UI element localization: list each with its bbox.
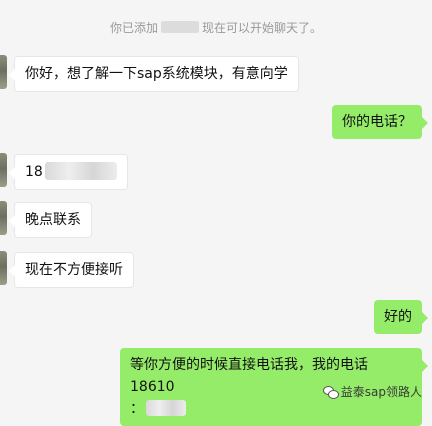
message-text: 你的电话？ <box>342 114 412 130</box>
contact-avatar[interactable] <box>0 251 7 285</box>
message-bubble-incoming[interactable]: 18 <box>9 154 128 190</box>
contact-avatar[interactable] <box>0 201 7 235</box>
message-bubble-outgoing[interactable]: 你的电话？ <box>332 105 428 139</box>
message-text-line-2: ： <box>130 398 412 420</box>
message-text: 晚点联系 <box>25 212 81 228</box>
system-message-prefix: 你已添加 <box>109 21 158 35</box>
system-message: 你已添加 现在可以开始聊天了。 <box>0 19 432 36</box>
message-bubble-incoming[interactable]: 晚点联系 <box>9 202 92 238</box>
message-text: 好的 <box>384 309 412 325</box>
message-text: 18 <box>25 164 43 180</box>
wechat-channel-icon <box>322 385 339 399</box>
message-text: 你好，想了解一下sap系统模块，有意向学 <box>25 66 288 82</box>
redacted-phone-number <box>44 162 117 180</box>
message-bubble-outgoing[interactable]: 好的 <box>374 300 428 334</box>
redacted-name <box>161 21 199 33</box>
watermark-text: 益泰sap领路人 <box>340 385 422 399</box>
contact-avatar[interactable] <box>0 55 7 89</box>
system-message-suffix: 现在可以开始聊天了。 <box>202 21 323 35</box>
message-text: 现在不方便接听 <box>25 262 123 278</box>
message-bubble-incoming[interactable]: 你好，想了解一下sap系统模块，有意向学 <box>9 56 299 92</box>
watermark: 益泰sap领路人 <box>322 383 422 400</box>
contact-avatar[interactable] <box>0 153 7 187</box>
redacted-phone-number <box>146 400 186 416</box>
message-bubble-incoming[interactable]: 现在不方便接听 <box>9 252 134 288</box>
